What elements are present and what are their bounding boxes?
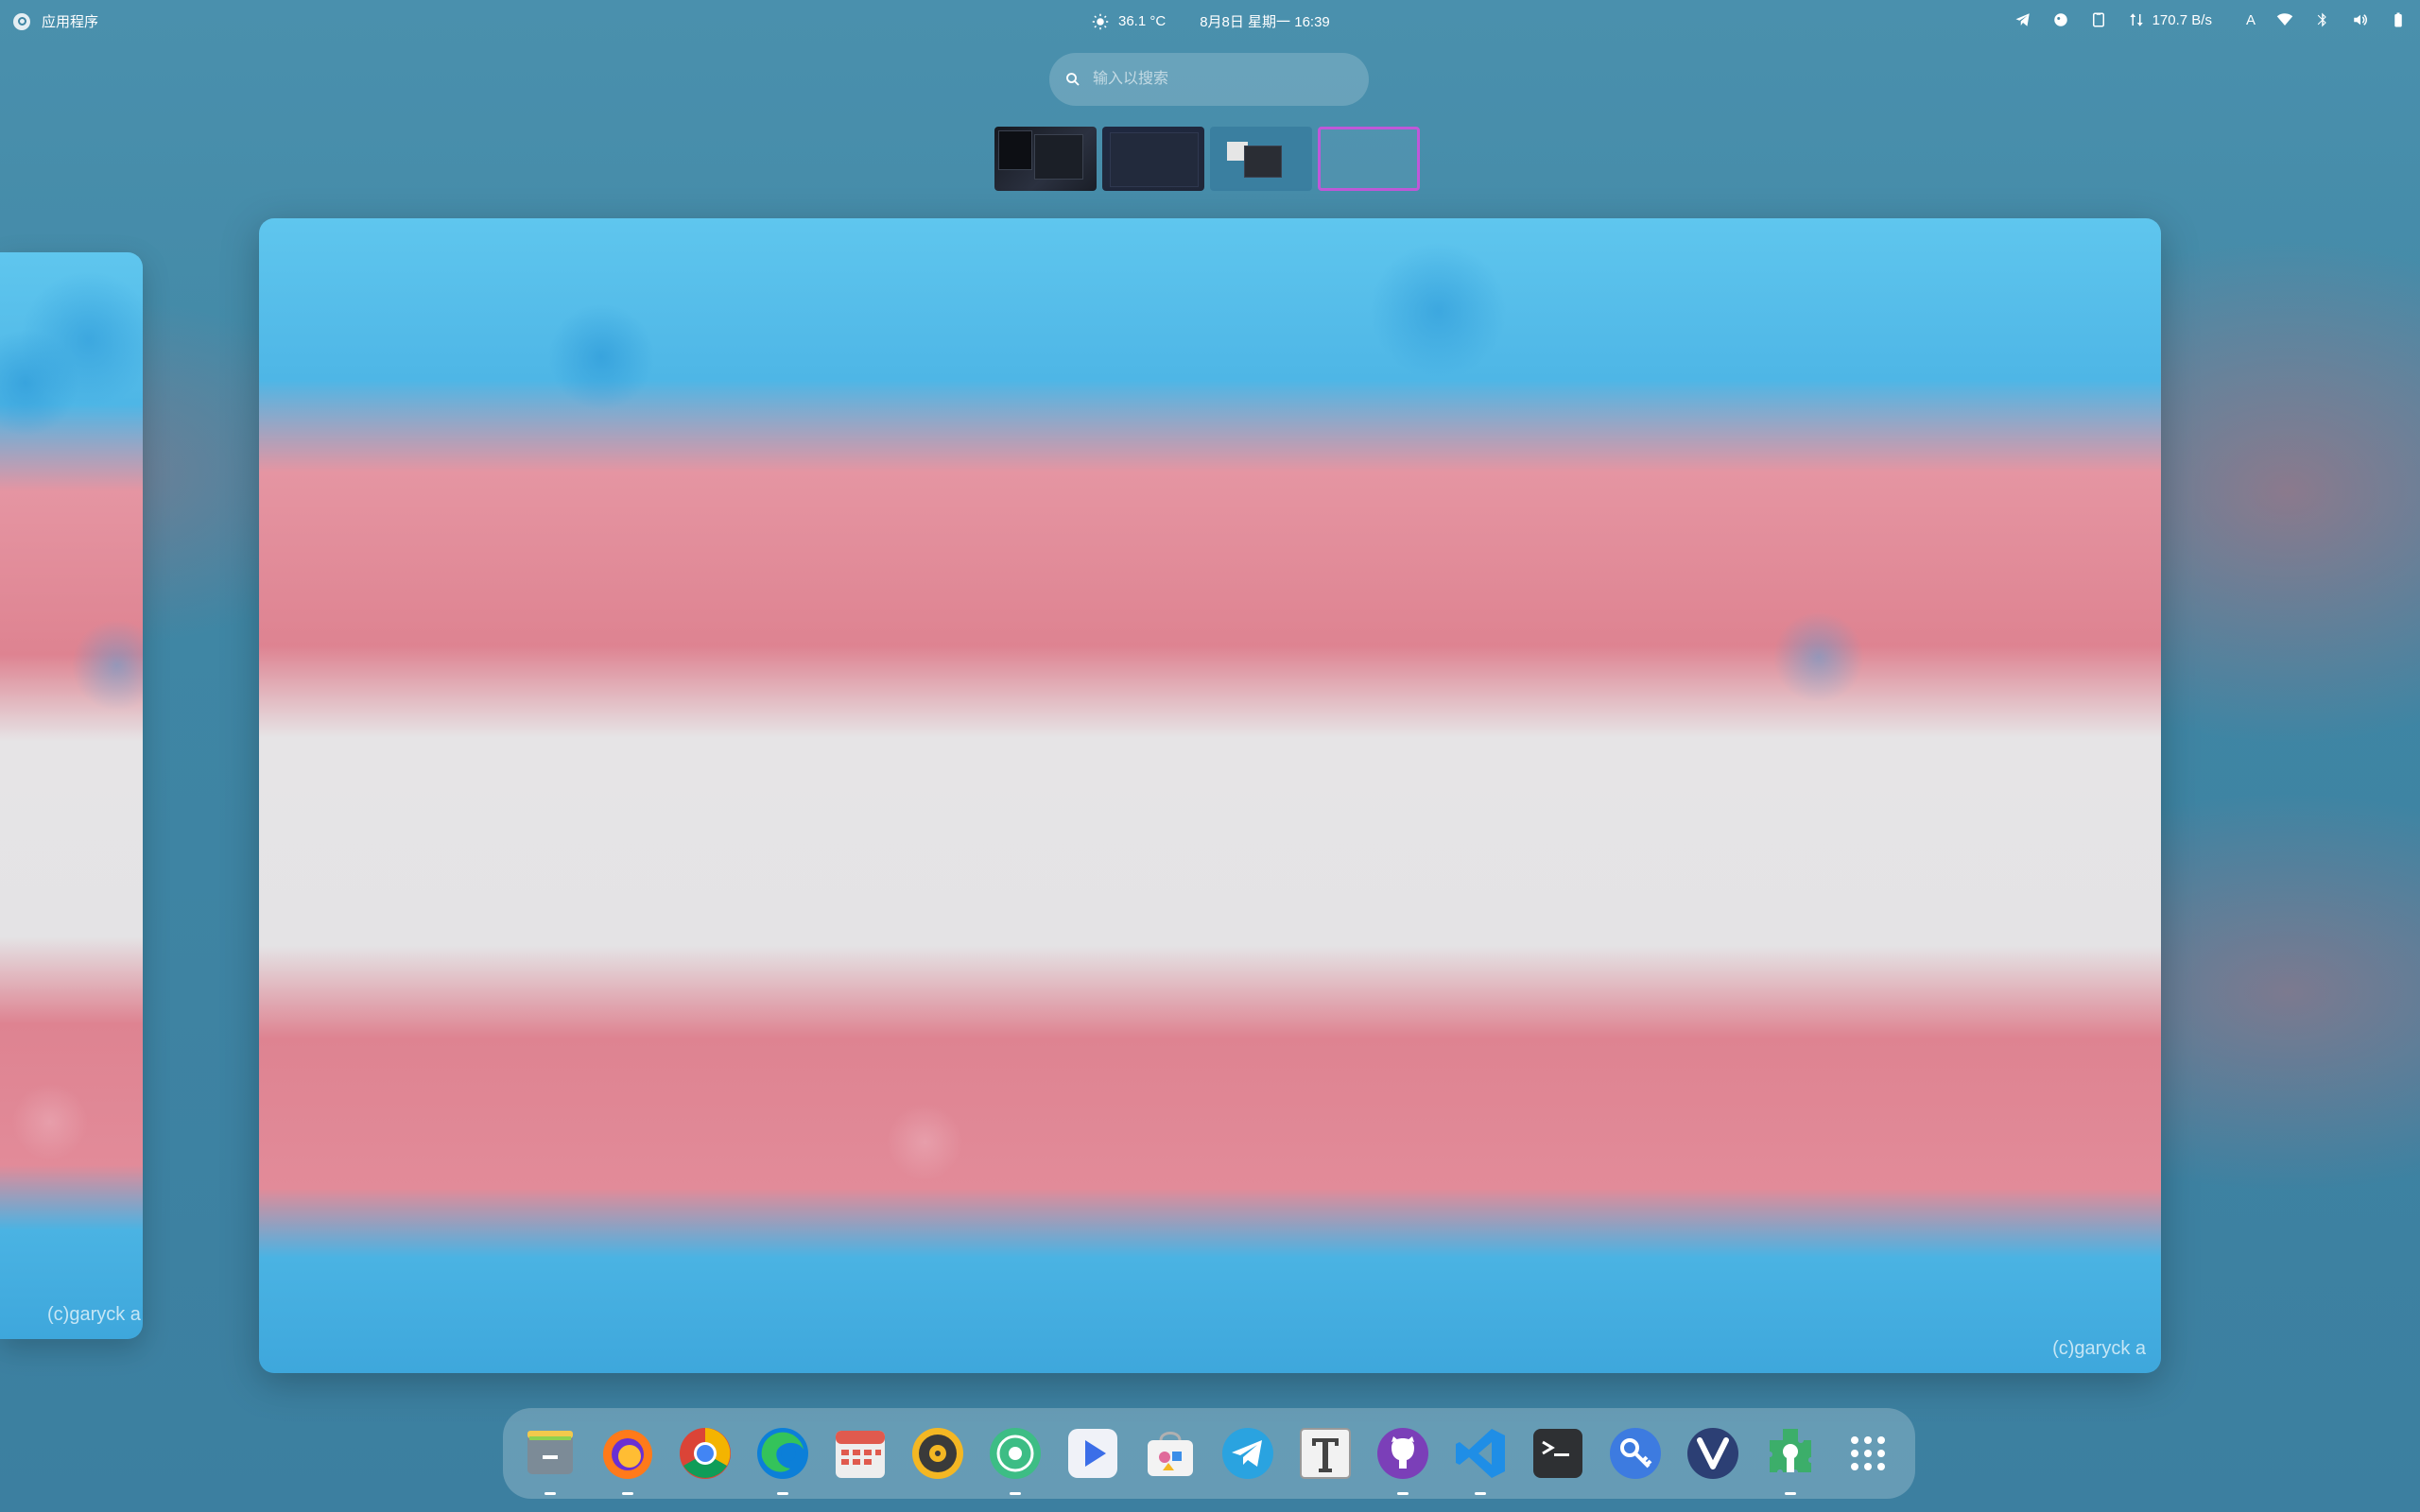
up-down-arrows-icon: [2128, 11, 2145, 28]
sun-icon: [1092, 13, 1109, 30]
workspace-thumbnail[interactable]: [1210, 127, 1312, 191]
dock-extension-manager[interactable]: [1762, 1425, 1819, 1495]
dock-calendar[interactable]: [832, 1425, 889, 1482]
disc-icon: [990, 1428, 1041, 1479]
battery-icon[interactable]: [2390, 11, 2407, 28]
apps-menu-label[interactable]: 应用程序: [42, 11, 98, 31]
wallpaper-watermark: (c)garyck a: [2052, 1338, 2146, 1359]
network-speed-value: 170.7 B/s: [2152, 11, 2212, 28]
dock-disc-app[interactable]: [987, 1425, 1044, 1495]
search-icon: [1064, 71, 1081, 88]
key-icon: [1610, 1428, 1661, 1479]
dock-video-player[interactable]: [1064, 1425, 1121, 1482]
workspace-window: [1110, 132, 1199, 187]
workspace-thumbnail-active[interactable]: [1318, 127, 1420, 191]
date-time[interactable]: 8月8日 星期一 16:39: [1200, 11, 1330, 31]
window-preview-main[interactable]: (c)garyck a: [259, 218, 2161, 1373]
dock-software[interactable]: [1142, 1425, 1199, 1482]
dock-passwords[interactable]: [1607, 1425, 1664, 1482]
dock-github-desktop[interactable]: [1374, 1425, 1431, 1495]
telegram-tray-icon[interactable]: [2014, 11, 2031, 28]
workspace-thumbnail[interactable]: [994, 127, 1097, 191]
workspace-window: [1034, 134, 1083, 180]
dock-music-player[interactable]: [909, 1425, 966, 1482]
dock-typora[interactable]: [1297, 1425, 1354, 1482]
workspace-window: [1244, 146, 1282, 178]
clipboard-icon[interactable]: [2090, 11, 2107, 28]
edge-icon: [757, 1428, 808, 1479]
activities-icon[interactable]: [13, 12, 30, 30]
dock: [503, 1408, 1915, 1499]
dock-show-apps[interactable]: [1840, 1425, 1896, 1482]
network-speed: 170.7 B/s: [2128, 11, 2212, 28]
bluetooth-icon[interactable]: [2314, 11, 2331, 28]
mascot-tray-icon[interactable]: [2052, 11, 2069, 28]
terminal-icon: [1533, 1429, 1582, 1478]
wifi-icon[interactable]: [2276, 11, 2293, 28]
software-store-icon: [1148, 1432, 1193, 1476]
chrome-icon: [680, 1428, 731, 1479]
firefox-icon: [603, 1430, 652, 1479]
calendar-icon: [836, 1431, 885, 1478]
window-preview-left[interactable]: (c)garyck a: [0, 252, 143, 1339]
wallpaper-watermark: (c)garyck a: [47, 1304, 141, 1325]
workspace-switcher: [994, 127, 1420, 191]
volume-icon[interactable]: [2352, 11, 2369, 28]
workspace-thumbnail[interactable]: [1102, 127, 1204, 191]
input-method-indicator[interactable]: A: [2246, 12, 2256, 28]
app-grid-icon: [1851, 1436, 1885, 1470]
weather-temp: 36.1 °C: [1118, 13, 1167, 29]
dock-chrome[interactable]: [677, 1425, 734, 1482]
files-icon: [527, 1431, 573, 1474]
workspace-window: [998, 130, 1032, 170]
search-bar[interactable]: [1049, 53, 1369, 106]
music-player-icon: [912, 1428, 963, 1479]
clock-area[interactable]: 36.1 °C 8月8日 星期一 16:39: [1092, 11, 1330, 31]
typora-icon: [1300, 1428, 1351, 1479]
puzzle-icon: [1770, 1429, 1811, 1472]
dock-vivaldi[interactable]: [1685, 1425, 1741, 1482]
dock-vscode[interactable]: [1452, 1425, 1509, 1495]
activities-area[interactable]: 应用程序: [13, 11, 98, 31]
telegram-icon: [1222, 1428, 1273, 1479]
top-bar: 应用程序 36.1 °C 8月8日 星期一 16:39 170.7 B/s A: [0, 0, 2420, 42]
vivaldi-icon: [1687, 1428, 1738, 1479]
dock-edge[interactable]: [754, 1425, 811, 1495]
github-icon: [1377, 1428, 1428, 1479]
dock-firefox[interactable]: [599, 1425, 656, 1495]
search-input[interactable]: [1091, 70, 1354, 89]
vscode-icon: [1456, 1429, 1505, 1478]
dock-terminal[interactable]: [1530, 1425, 1586, 1482]
video-player-icon: [1068, 1429, 1117, 1478]
dock-files[interactable]: [522, 1425, 579, 1495]
dock-telegram[interactable]: [1219, 1425, 1276, 1482]
